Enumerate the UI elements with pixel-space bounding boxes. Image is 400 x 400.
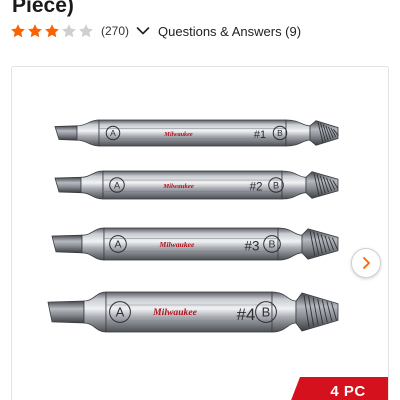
bit-brand-logo: Milwaukee	[163, 131, 193, 138]
product-image: A Milwaukee #1 BA Milwaukee #2 BA Milwaukee #3 BA…	[47, 119, 339, 333]
next-image-button[interactable]	[351, 248, 381, 278]
rating-row: (270) Questions & Answers (9)	[10, 20, 301, 42]
bit-left-mark: A	[110, 128, 116, 138]
star-empty-icon	[79, 24, 93, 38]
chevron-right-icon	[363, 257, 370, 269]
bit-right-mark: B	[262, 305, 271, 320]
bit-right-mark: B	[277, 128, 283, 138]
bit-number-label: #4	[237, 305, 256, 324]
product-title: Piece)	[12, 0, 74, 17]
star-filled-icon	[28, 24, 42, 38]
bit-number-label: #1	[254, 129, 266, 141]
piece-count-label: 4 PC	[330, 382, 366, 400]
piece-count-badge: 4 PC	[290, 377, 388, 400]
bit-number-label: #3	[245, 238, 260, 253]
star-filled-icon	[45, 24, 59, 38]
questions-answers-link[interactable]: Questions & Answers (9)	[158, 24, 301, 39]
bit-number-label: #2	[249, 181, 262, 194]
product-page: Piece) (270) Questions & Answers (9) A M…	[0, 0, 400, 400]
extractor-bit: A Milwaukee #3 B	[51, 227, 339, 261]
star-rating[interactable]	[10, 23, 95, 39]
review-count-link[interactable]: (270)	[101, 24, 129, 38]
extractor-bit: A Milwaukee #1 B	[54, 119, 339, 147]
bit-right-mark: B	[269, 240, 276, 251]
bit-brand-logo: Milwaukee	[159, 240, 196, 249]
bit-right-mark: B	[273, 180, 279, 190]
star-filled-icon	[11, 24, 25, 38]
chevron-down-icon[interactable]	[136, 26, 150, 36]
bit-brand-logo: Milwaukee	[152, 307, 197, 318]
bit-left-mark: A	[116, 305, 125, 320]
star-empty-icon	[62, 24, 76, 38]
extractor-bit: A Milwaukee #4 B	[47, 291, 339, 333]
bit-left-mark: A	[114, 180, 121, 190]
extractor-bit: A Milwaukee #2 B	[54, 170, 339, 200]
bit-left-mark: A	[115, 240, 122, 251]
bit-brand-logo: Milwaukee	[162, 183, 194, 190]
product-image-card[interactable]: A Milwaukee #1 B A Milwaukee #2 B A Milwaukee #3 B A…	[11, 66, 389, 400]
